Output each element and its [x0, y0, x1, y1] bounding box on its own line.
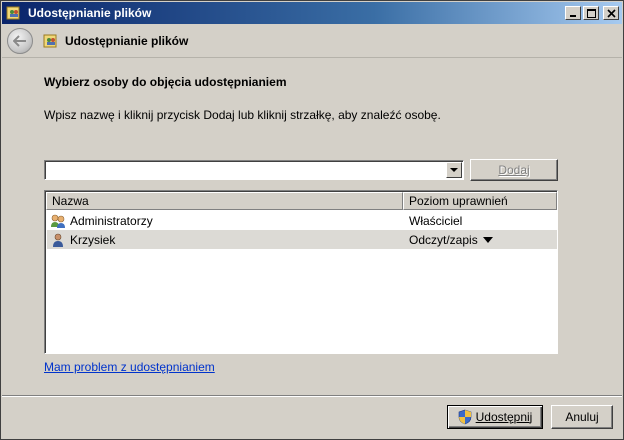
- maximize-icon: [586, 8, 596, 18]
- minimize-icon: [570, 15, 576, 17]
- footer-separator: [2, 395, 622, 397]
- page-heading: Wybierz osoby do objęcia udostępnianiem: [44, 75, 287, 89]
- permission-dropdown[interactable]: Odczyt/zapis: [403, 233, 493, 247]
- person-input[interactable]: [45, 161, 441, 178]
- instruction-text: Wpisz nazwę i kliknij przycisk Dodaj lub…: [44, 108, 441, 122]
- permissions-list: Nazwa Poziom uprawnień Administratorzy W…: [44, 190, 558, 354]
- minimize-button[interactable]: [565, 6, 581, 20]
- dropdown-arrow-icon: [482, 236, 493, 243]
- share-button[interactable]: Udostępnij: [447, 405, 543, 429]
- row-permission: Właściciel: [409, 213, 463, 228]
- window-title: Udostępnianie plików: [28, 6, 152, 20]
- person-combobox[interactable]: [44, 160, 464, 180]
- close-button[interactable]: [603, 6, 619, 20]
- title-bar[interactable]: Udostępnianie plików: [2, 2, 622, 24]
- maximize-button[interactable]: [583, 6, 599, 20]
- combo-dropdown-button[interactable]: [446, 162, 462, 178]
- back-button[interactable]: [7, 27, 33, 54]
- column-header-name[interactable]: Nazwa: [46, 192, 403, 210]
- file-sharing-window: Udostępnianie plików Udostępnianie plikó…: [0, 0, 624, 440]
- nav-title: Udostępnianie plików: [65, 33, 189, 48]
- user-icon: [53, 233, 63, 247]
- back-arrow-icon: [13, 34, 26, 47]
- row-permission-cell: Właściciel: [403, 214, 462, 228]
- add-button-label: Dodaj: [498, 163, 530, 177]
- list-row[interactable]: Administratorzy Właściciel: [47, 211, 557, 230]
- help-link[interactable]: Mam problem z udostępnianiem: [44, 360, 215, 374]
- list-row[interactable]: Krzysiek Odczyt/zapis: [47, 230, 557, 249]
- people-share-icon: [43, 34, 57, 47]
- share-button-label: Udostępnij: [475, 410, 533, 424]
- close-icon: [606, 8, 616, 18]
- cancel-button[interactable]: Anuluj: [551, 405, 613, 429]
- row-name-cell: Administratorzy: [47, 213, 403, 229]
- row-name: Administratorzy: [70, 213, 153, 228]
- row-permission: Odczyt/zapis: [409, 232, 478, 247]
- list-header: Nazwa Poziom uprawnień: [46, 192, 557, 210]
- add-button[interactable]: Dodaj: [470, 159, 558, 181]
- column-header-permission[interactable]: Poziom uprawnień: [403, 192, 557, 210]
- people-share-icon: [6, 6, 20, 20]
- shield-icon: [458, 409, 471, 425]
- cancel-button-label: Anuluj: [565, 410, 599, 424]
- group-icon: [51, 214, 65, 228]
- row-name: Krzysiek: [70, 232, 116, 247]
- row-name-cell: Krzysiek: [47, 232, 403, 248]
- navigation-bar: Udostępnianie plików: [2, 24, 622, 58]
